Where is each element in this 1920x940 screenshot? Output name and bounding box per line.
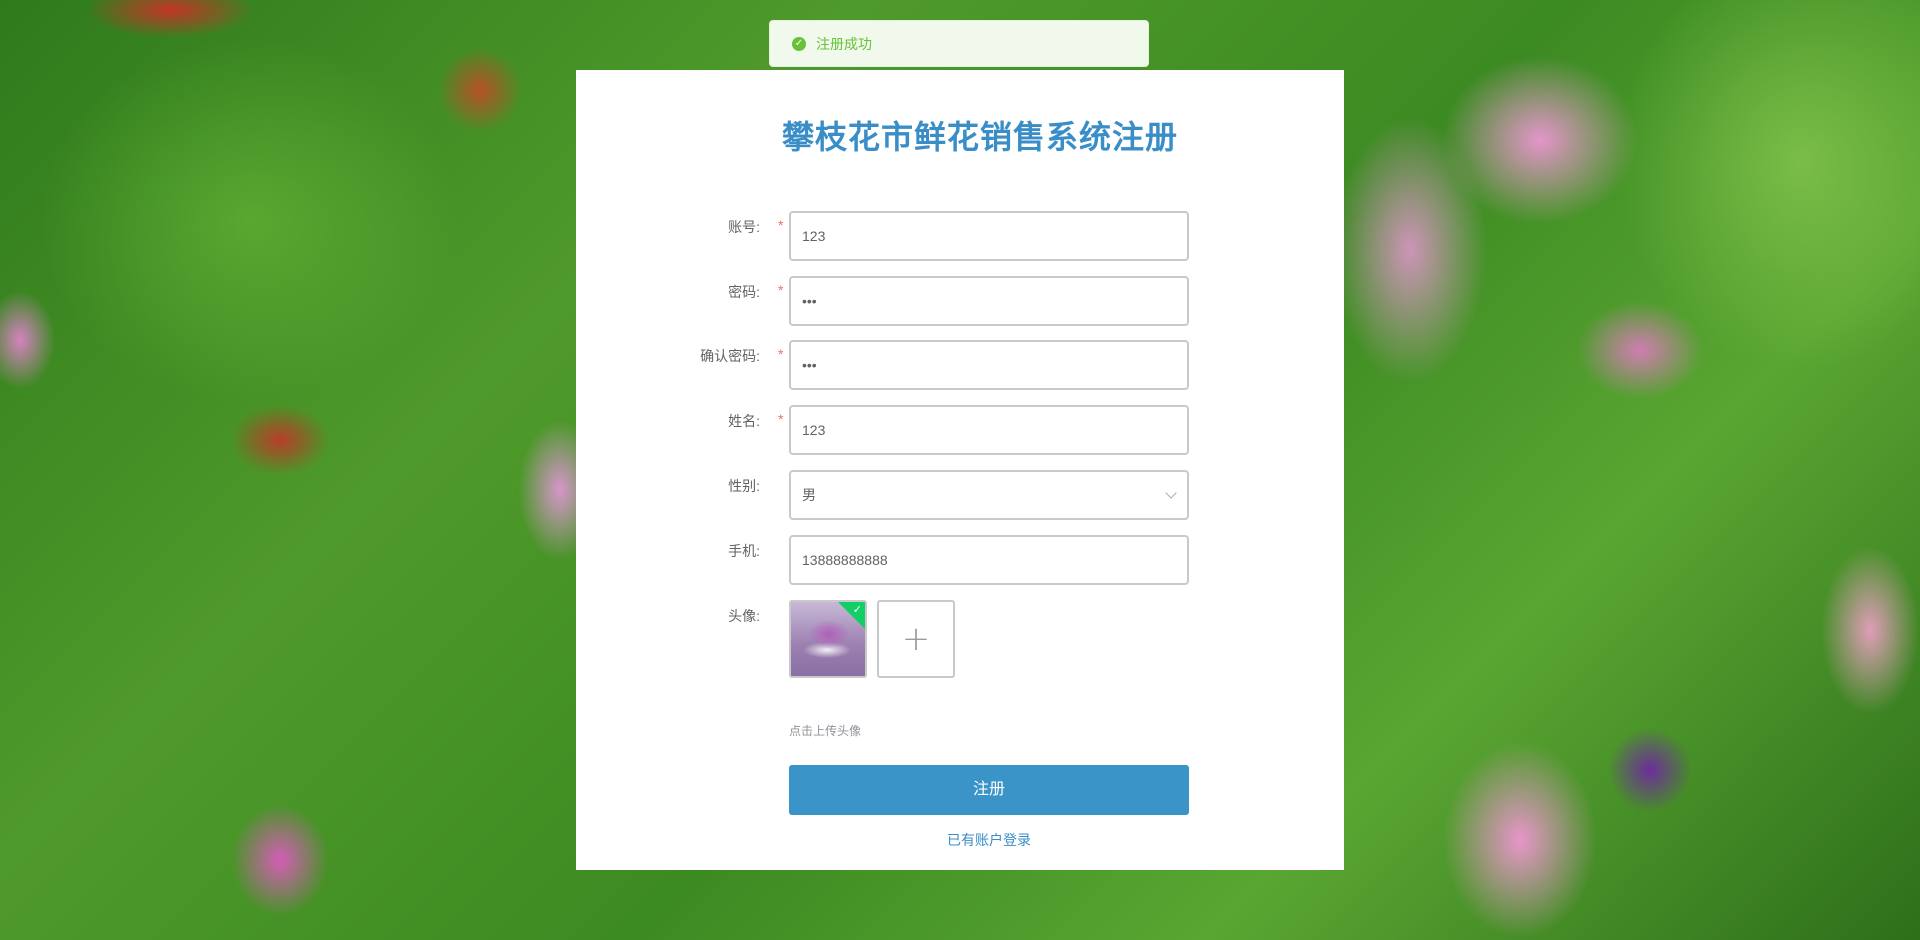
avatar-upload-button[interactable]: + [877,600,955,678]
name-label: 姓名: [728,413,760,429]
page-title: 攀枝花市鲜花销售系统注册 [781,119,1178,155]
avatar-thumbnail[interactable]: ✓ [789,600,867,678]
required-mark: * [778,282,784,298]
register-button[interactable]: 注册 [789,765,1189,815]
check-circle-icon: ✓ [792,36,806,51]
avatar-row: 头像: ✓ + [576,600,1344,680]
gender-row: 性别: 男 [576,470,1344,520]
required-mark: * [778,217,784,233]
account-row: 账号: * 123 [576,211,1344,261]
account-input[interactable]: 123 [789,211,1189,261]
required-mark: * [778,346,784,362]
register-card: 攀枝花市鲜花销售系统注册 账号: * 123 密码: * ••• 确认密码: *… [576,70,1344,870]
confirm-password-label: 确认密码: [700,348,760,364]
confirm-password-row: 确认密码: * ••• [576,340,1344,390]
phone-label: 手机: [728,543,760,559]
name-row: 姓名: * 123 [576,405,1344,455]
check-icon: ✓ [852,603,862,616]
gender-select[interactable]: 男 [789,470,1189,520]
login-link[interactable]: 已有账户登录 [789,830,1189,850]
upload-tip: 点击上传头像 [789,724,862,738]
account-label: 账号: [728,219,760,235]
name-input[interactable]: 123 [789,405,1189,455]
phone-input[interactable]: 13888888888 [789,535,1189,585]
phone-row: 手机: 13888888888 [576,535,1344,585]
success-toast: ✓ 注册成功 [769,20,1149,67]
confirm-password-input[interactable]: ••• [789,340,1189,390]
required-mark: * [778,411,784,427]
gender-selected-value: 男 [802,487,816,503]
password-label: 密码: [728,284,760,300]
gender-label: 性别: [728,478,760,494]
chevron-down-icon [1165,487,1177,499]
avatar-label: 头像: [728,608,760,624]
toast-message: 注册成功 [816,35,872,52]
password-row: 密码: * ••• [576,276,1344,326]
password-input[interactable]: ••• [789,276,1189,326]
